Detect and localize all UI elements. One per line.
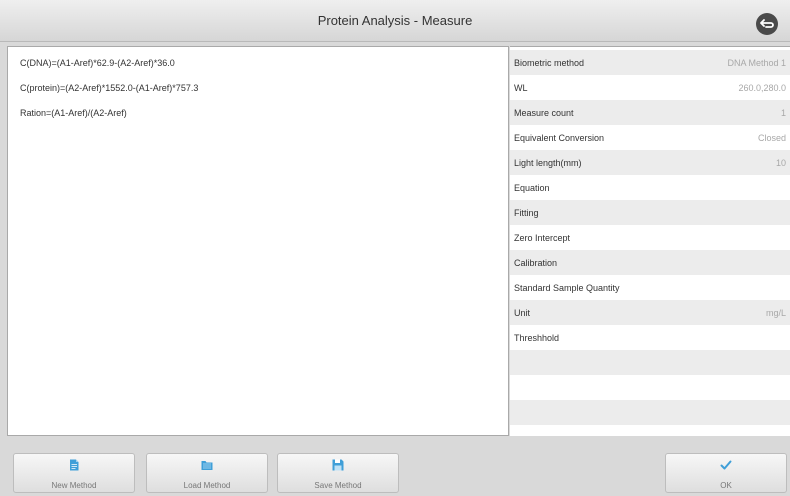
param-row-zero-intercept[interactable]: Zero Intercept: [510, 225, 790, 250]
checkmark-icon: [720, 460, 732, 470]
equation-panel: C(DNA)=(A1-Aref)*62.9-(A2-Aref)*36.0 C(p…: [7, 46, 509, 436]
load-method-button[interactable]: Load Method: [146, 453, 268, 493]
param-label: Unit: [514, 308, 531, 318]
param-value: Closed: [757, 133, 786, 143]
bottom-toolbar: New Method Load Method Save Method OK: [0, 440, 790, 496]
param-label: Calibration: [514, 258, 558, 268]
param-value: 260.0,280.0: [738, 83, 786, 93]
param-label: Light length(mm): [514, 158, 582, 168]
param-row-threshhold[interactable]: Threshhold: [510, 325, 790, 350]
ok-label: OK: [720, 481, 732, 490]
param-row-empty: [510, 400, 790, 425]
param-row-fitting[interactable]: Fitting: [510, 200, 790, 225]
param-value: 1: [780, 108, 786, 118]
param-row-standard-sample-quantity[interactable]: Standard Sample Quantity: [510, 275, 790, 300]
param-value: DNA Method 1: [727, 58, 786, 68]
param-row-equivalent-conversion[interactable]: Equivalent Conversion Closed: [510, 125, 790, 150]
param-label: Equation: [514, 183, 550, 193]
back-arrow-icon: [760, 19, 774, 28]
ok-button[interactable]: OK: [665, 453, 787, 493]
param-row-equation[interactable]: Equation: [510, 175, 790, 200]
new-method-button[interactable]: New Method: [13, 453, 135, 493]
param-label: Zero Intercept: [514, 233, 571, 243]
param-value: mg/L: [765, 308, 786, 318]
save-method-button[interactable]: Save Method: [277, 453, 399, 493]
equation-line-protein: C(protein)=(A2-Aref)*1552.0-(A1-Aref)*75…: [20, 83, 199, 93]
title-bar: Protein Analysis - Measure: [0, 0, 790, 42]
param-row-biometric-method[interactable]: Biometric method DNA Method 1: [510, 50, 790, 75]
param-row-calibration[interactable]: Calibration: [510, 250, 790, 275]
load-method-label: Load Method: [183, 481, 231, 490]
equation-line-ration: Ration=(A1-Aref)/(A2-Aref): [20, 108, 127, 118]
param-row-wl[interactable]: WL 260.0,280.0: [510, 75, 790, 100]
equation-line-dna: C(DNA)=(A1-Aref)*62.9-(A2-Aref)*36.0: [20, 58, 175, 68]
param-row-measure-count[interactable]: Measure count 1: [510, 100, 790, 125]
param-label: Standard Sample Quantity: [514, 283, 620, 293]
save-method-label: Save Method: [314, 481, 362, 490]
back-button[interactable]: [756, 13, 778, 35]
document-icon: [70, 459, 79, 471]
param-label: Equivalent Conversion: [514, 133, 605, 143]
save-icon: [332, 459, 344, 471]
folder-open-icon: [201, 461, 213, 470]
window-title: Protein Analysis - Measure: [317, 13, 473, 28]
param-row-light-length[interactable]: Light length(mm) 10: [510, 150, 790, 175]
new-method-label: New Method: [51, 481, 97, 490]
param-label: Measure count: [514, 108, 574, 118]
param-label: Fitting: [514, 208, 539, 218]
param-label: Threshhold: [514, 333, 560, 343]
param-label: Biometric method: [514, 58, 585, 68]
param-row-empty: [510, 375, 790, 400]
param-value: 10: [775, 158, 786, 168]
parameter-panel: Biometric method DNA Method 1 WL 260.0,2…: [510, 46, 790, 436]
param-label: WL: [514, 83, 528, 93]
param-row-empty: [510, 350, 790, 375]
param-row-unit[interactable]: Unit mg/L: [510, 300, 790, 325]
